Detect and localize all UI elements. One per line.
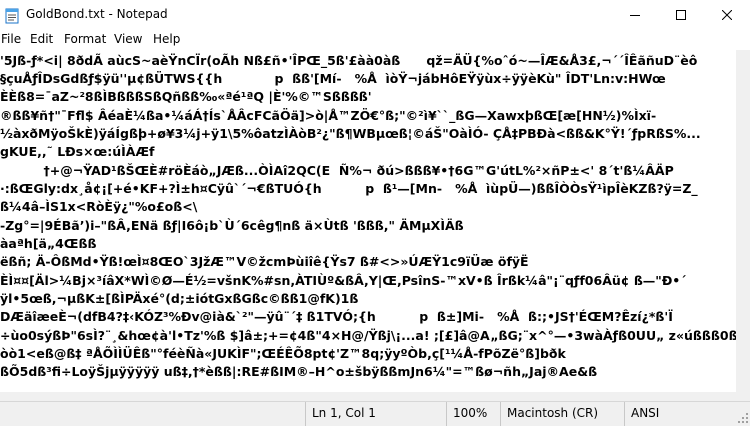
menu-format[interactable]: Format: [64, 32, 106, 46]
window-title: GoldBond.txt - Notepad: [26, 7, 168, 21]
text-line: §çuÅƒÎDsGdßƒ$ÿü''µ¢ßÜTWS{{h p ßß'[Mí- %Å…: [0, 71, 666, 86]
line-ending: Macintosh (CR): [500, 402, 624, 426]
text-line: ÿl•5œß,¬µßK±[ßÌPÄxé°(d;±iótGxßGßc©ßß1@fK…: [0, 291, 359, 306]
horizontal-scrollbar[interactable]: [0, 392, 736, 401]
minimize-icon: [630, 15, 640, 16]
text-line: †+@¬ŸAD¹ßŠŒÈ#röÈáò„JÆß...ÒÌAî2QC(E Ñ%¬ ð…: [0, 163, 674, 178]
minimize-button[interactable]: [612, 0, 658, 30]
maximize-button[interactable]: [658, 0, 704, 30]
menu-help[interactable]: Help: [153, 32, 180, 46]
text-line: DÆäîæeÈ¬(dfB4?‡‹KÓZ³%Ðv@ià&`²"—ÿû¨´‡ ß1T…: [0, 309, 673, 324]
text-line: ®ßß¥ñ†"¯Ffl$ ÂéaÈ¼ßa•¼áÁ†Ís`ÅÂcFCãÖä]>ò|…: [0, 108, 657, 123]
text-line: ÈÌ¤¤[Äl>¼Bj×³íâX*WÌ©Ø—É½=všnK%#sn,ÀTIÙº&…: [0, 273, 687, 288]
text-line: ·:ßŒGly:dx¸å¢¡[+é•KF+?Ì±h¤Cÿû`´¬€ßTUÓ{h …: [0, 181, 698, 196]
close-button[interactable]: [704, 0, 750, 30]
text-line: gKUE,,˜ LÐs×œ:úÌÀÆf: [0, 144, 155, 159]
menu-edit[interactable]: Edit: [30, 32, 53, 46]
text-line: ÈÈß8=¯aZ~²8ßÌBßßßSßQñßß‰«ªé¹ªQ |È'%©™Sßß…: [0, 89, 372, 104]
title-bar[interactable]: GoldBond.txt - Notepad: [0, 0, 750, 30]
encoding: ANSI: [624, 402, 750, 426]
text-line: ëßñ; Ä-ÔßMd•Ÿß!œÌ¤8ŒO`3JžÆ™V©žcmÞùiîê{Ÿs…: [0, 254, 529, 269]
menu-bar: File Edit Format View Help: [0, 30, 750, 50]
text-line: ÷ùo0sýßÞ"6sÌ?¨¸&hœ¢à'l•Tz'%ß $]â±;+=¢4ß"…: [0, 328, 736, 343]
text-line: àaªh[ä„4Œßß: [0, 236, 97, 251]
close-icon: [722, 10, 732, 20]
menu-file[interactable]: File: [1, 32, 21, 46]
cursor-position: Ln 1, Col 1: [305, 402, 446, 426]
text-line: -Zg°=|9ÉBã’)i–"ßÂ,ENä ßƒ|I6ô¡b`Ù´6cêg¶nß…: [0, 218, 464, 233]
notepad-icon[interactable]: [5, 8, 19, 24]
scrollbar-corner: [736, 392, 750, 401]
vertical-scrollbar[interactable]: [736, 50, 750, 392]
status-bar: Ln 1, Col 1 100% Macintosh (CR) ANSI: [0, 401, 750, 426]
text-line: òò1<eß@ß‡ ªÅÕÌÌÜÊß"°féèÑà«JUKÌF";ŒÉÊÕ8pt…: [0, 346, 566, 361]
resize-grip-icon[interactable]: [737, 412, 749, 424]
menu-view[interactable]: View: [114, 32, 142, 46]
text-line: ß¼4â–ÌS1x<RòÈÿ¿"%o£oß<\: [0, 199, 198, 214]
text-line: '5Jß-ƒ*<i| 8ðdÃ aùcS~aèŸnCÏr(oÃh Nß£ñ•'Î…: [0, 53, 698, 68]
zoom-level: 100%: [446, 402, 500, 426]
text-editor[interactable]: '5Jß-ƒ*<i| 8ðdÃ aùcS~aèŸnCÏr(oÃh Nß£ñ•'Î…: [0, 50, 736, 392]
text-line: ½àxðMÿoŠkÈ)ÿáÍgßþ+ø¥3¼j+ÿ1\5%ôatzÌÀòB²¿"…: [0, 126, 701, 141]
text-line: ßÕ5dß³fi÷LoÿŠjµÿÿÿÿÿ uß‡,†*èßß|:RE#ßIM®–…: [0, 364, 598, 379]
maximize-icon: [676, 10, 686, 20]
